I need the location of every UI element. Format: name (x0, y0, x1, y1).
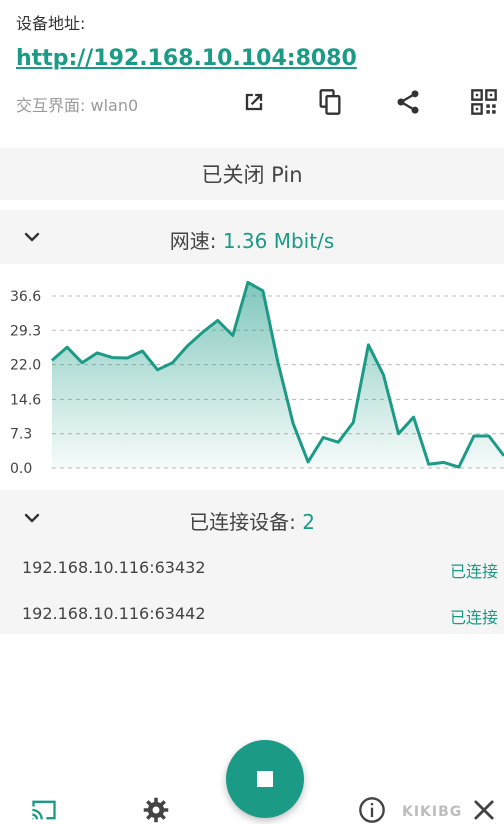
devices-panel: 已连接设备: 2 192.168.10.116:63432 已连接 192.16… (0, 490, 504, 634)
gear-icon[interactable] (142, 796, 170, 824)
speed-title: 网速: 1.36 Mbit/s (0, 225, 504, 254)
y-tick-label: 0.0 (10, 461, 32, 477)
y-tick-label: 36.6 (10, 289, 41, 305)
open-external-icon (245, 93, 263, 111)
device-row[interactable]: 192.168.10.116:63442 已连接 (0, 594, 504, 634)
speed-header[interactable]: 网速: 1.36 Mbit/s (0, 210, 504, 264)
info-icon[interactable] (358, 796, 386, 824)
speed-value: 1.36 Mbit/s (222, 229, 335, 253)
copy-button[interactable] (314, 86, 346, 118)
y-tick-label: 14.6 (10, 392, 41, 408)
stop-button[interactable] (226, 740, 304, 818)
device-status: 已连接 (450, 608, 499, 627)
y-tick-label: 22.0 (10, 358, 41, 374)
speed-label: 网速: (169, 229, 223, 253)
device-row[interactable]: 192.168.10.116:63432 已连接 (0, 548, 504, 588)
cast-icon[interactable] (30, 796, 58, 824)
share-button[interactable] (392, 86, 424, 118)
devices-label: 已连接设备: (189, 510, 303, 534)
share-icon (397, 90, 419, 114)
devices-count: 2 (302, 510, 315, 534)
y-tick-label: 7.3 (10, 427, 32, 443)
open-external-button[interactable] (238, 86, 270, 118)
close-icon[interactable] (470, 796, 498, 824)
speed-chart-svg: 36.6 29.3 22.0 14.6 7.3 0.0 (10, 280, 504, 477)
y-tick-label: 29.3 (10, 323, 41, 339)
pin-status: 已关闭 Pin (0, 148, 504, 200)
speed-area (52, 282, 504, 468)
devices-title: 已连接设备: 2 (0, 506, 504, 535)
watermark: KIKIBG (402, 804, 463, 820)
interface-label: 交互界面: wlan0 (16, 96, 139, 115)
pin-status-text: 已关闭 Pin (201, 163, 303, 187)
address-panel: 设备地址: http://192.168.10.104:8080 交互界面: w… (0, 0, 504, 140)
device-status: 已连接 (450, 562, 499, 581)
address-link[interactable]: http://192.168.10.104:8080 (16, 46, 357, 71)
device-address: 192.168.10.116:63432 (22, 558, 206, 577)
address-label: 设备地址: (16, 14, 86, 33)
speed-chart: 36.6 29.3 22.0 14.6 7.3 0.0 (0, 264, 504, 486)
qr-code-button[interactable] (468, 86, 500, 118)
device-address: 192.168.10.116:63442 (22, 604, 206, 623)
qr-code-icon (471, 89, 497, 115)
copy-icon (319, 89, 341, 115)
stop-icon (257, 771, 273, 787)
